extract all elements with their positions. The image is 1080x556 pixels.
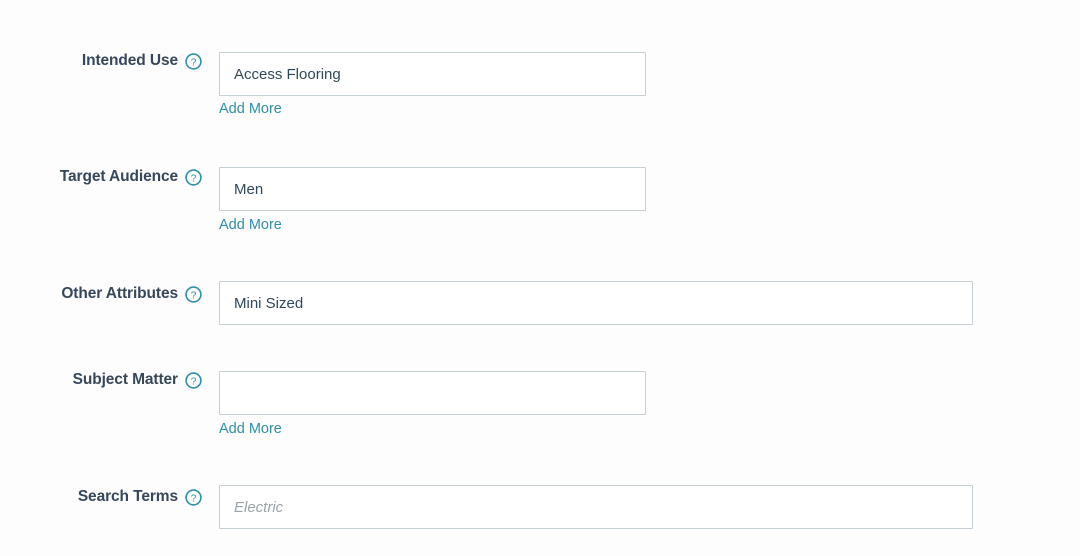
svg-text:?: ? (191, 375, 197, 387)
label-cell-other-attributes: Other Attributes? (0, 283, 202, 305)
label-cell-search-terms: Search Terms? (0, 486, 202, 508)
label-cell-target-audience: Target Audience? (0, 166, 202, 188)
input-value-target-audience: Men (234, 180, 264, 198)
input-value-intended-use: Access Flooring (234, 65, 341, 83)
field-label-search-terms: Search Terms (77, 488, 178, 506)
field-label-other-attributes: Other Attributes (61, 285, 178, 303)
help-circle-icon[interactable]: ? (185, 488, 202, 506)
label-cell-subject-matter: Subject Matter? (0, 369, 202, 391)
add-more-link-target-audience[interactable]: Add More (219, 218, 282, 233)
input-subject-matter[interactable] (219, 371, 646, 415)
input-value-search-terms: Electric (234, 498, 284, 516)
field-label-subject-matter: Subject Matter (72, 371, 179, 389)
attributes-form: Intended Use? Access Flooring Add More Targ… (0, 0, 1080, 556)
svg-text:?: ? (191, 289, 197, 301)
help-circle-icon[interactable]: ? (185, 168, 202, 186)
add-more-link-subject-matter[interactable]: Add More (219, 422, 282, 437)
svg-text:?: ? (191, 56, 197, 68)
input-value-other-attributes: Mini Sized (234, 294, 304, 312)
input-search-terms[interactable]: Electric (219, 485, 973, 529)
svg-text:?: ? (191, 172, 197, 184)
add-more-link-intended-use[interactable]: Add More (219, 102, 282, 117)
svg-text:?: ? (191, 492, 197, 504)
input-other-attributes[interactable]: Mini Sized (219, 281, 973, 325)
help-circle-icon[interactable]: ? (185, 285, 202, 303)
help-circle-icon[interactable]: ? (185, 52, 202, 70)
input-target-audience[interactable]: Men (219, 167, 646, 211)
label-cell-intended-use: Intended Use? (0, 50, 202, 72)
field-label-intended-use: Intended Use (81, 52, 178, 70)
help-circle-icon[interactable]: ? (185, 371, 202, 389)
input-intended-use[interactable]: Access Flooring (219, 52, 646, 96)
field-label-target-audience: Target Audience (59, 168, 178, 186)
